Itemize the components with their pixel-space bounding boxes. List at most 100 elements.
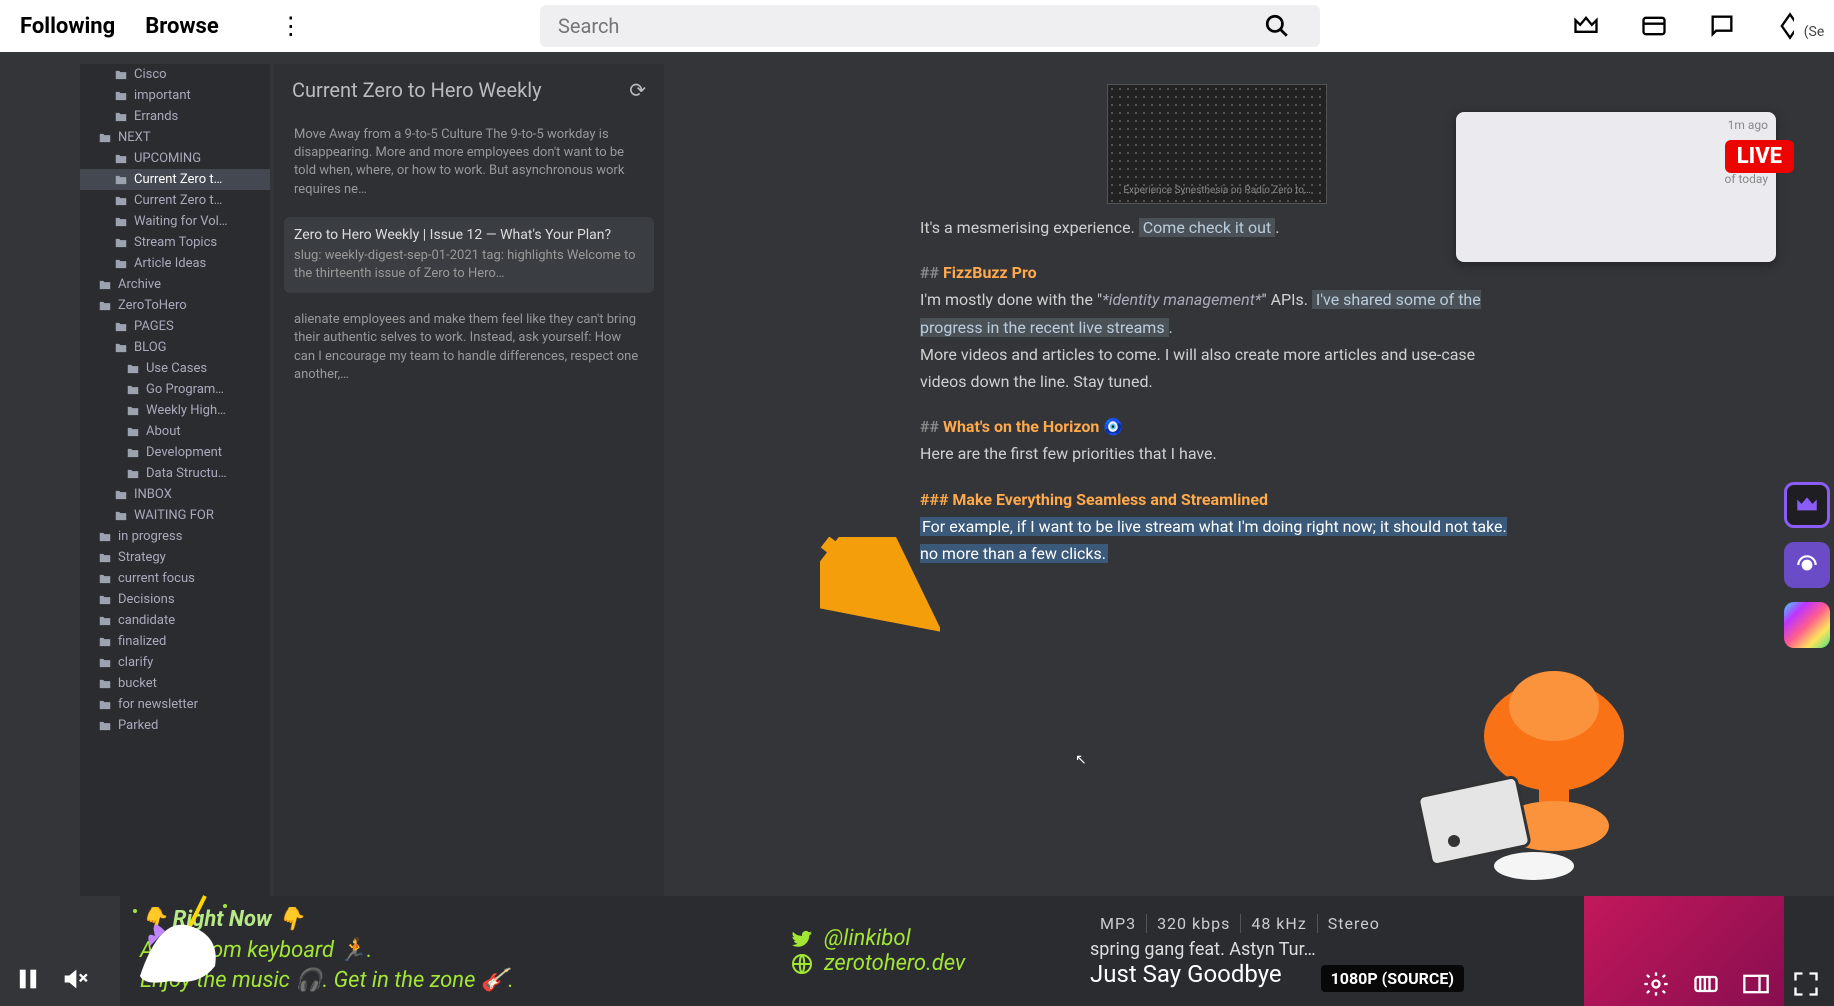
tree-item[interactable]: BLOG [80,337,270,358]
note-card-body: slug: weekly-digest-sep-01-2021 tag: hig… [294,247,644,283]
notes-tree-sidebar: Cisco important Errands NEXT UPCOMING Current… [80,64,270,896]
folder-icon [114,89,128,103]
tree-item[interactable]: Use Cases [80,358,270,379]
whispers-icon[interactable] [1708,12,1736,40]
tree-item-label: Errands [134,109,178,124]
tree-item[interactable]: Development [80,442,270,463]
folder-icon [126,362,140,376]
tree-item[interactable]: Decisions [80,589,270,610]
heading-3: ### Make Everything Seamless and Streaml… [920,486,1514,513]
tree-item[interactable]: NEXT [80,127,270,148]
tree-item[interactable]: for newsletter [80,694,270,715]
search-bar [540,5,1320,47]
tree-item-label: important [134,88,191,103]
tree-item[interactable]: ZeroToHero [80,295,270,316]
folder-icon [98,131,112,145]
tree-item[interactable]: clarify [80,652,270,673]
tree-item-label: Waiting for Vol… [134,214,228,229]
tree-item[interactable]: Go Program… [80,379,270,400]
heading-2: ## FizzBuzz Pro [920,259,1514,286]
collapsed-side-panel[interactable]: (Se [1794,12,1834,52]
folder-icon [114,152,128,166]
folder-icon [126,425,140,439]
tree-item[interactable]: in progress [80,526,270,547]
tree-item-label: Data Structu… [146,466,227,481]
folder-icon [126,383,140,397]
folder-icon [114,341,128,355]
tree-item[interactable]: finalized [80,631,270,652]
mute-button[interactable] [60,965,88,993]
tree-item[interactable]: Current Zero t… [80,169,270,190]
more-menu-button[interactable]: ⋮ [279,12,303,40]
tree-item-label: in progress [118,529,182,544]
tree-item[interactable]: bucket [80,673,270,694]
tree-item-label: PAGES [134,319,174,334]
folder-icon [114,509,128,523]
note-card[interactable]: Move Away from a 9-to-5 Culture The 9-to… [284,116,654,209]
pause-button[interactable] [14,965,42,993]
tree-item-label: bucket [118,676,157,691]
tree-item-label: UPCOMING [134,151,201,166]
extension-crown-icon[interactable] [1784,482,1830,528]
folder-icon [98,299,112,313]
note-list-panel: Current Zero to Hero Weekly⟳ Move Away f… [274,64,664,896]
tree-item[interactable]: UPCOMING [80,148,270,169]
live-badge: LIVE [1725,140,1794,173]
note-card[interactable]: Zero to Hero Weekly | Issue 12 — What's … [284,217,654,293]
tree-item-label: WAITING FOR [134,508,214,523]
tree-item[interactable]: About [80,421,270,442]
search-button[interactable] [1252,5,1302,47]
note-list-title: Current Zero to Hero Weekly⟳ [284,74,654,106]
folder-icon [98,698,112,712]
tree-item[interactable]: current focus [80,568,270,589]
tree-item[interactable]: Data Structu… [80,463,270,484]
tab-browse[interactable]: Browse [145,14,219,39]
tab-following[interactable]: Following [20,14,115,39]
sync-icon[interactable]: ⟳ [629,78,646,102]
folder-icon [114,173,128,187]
tree-item[interactable]: Parked [80,715,270,736]
prime-loot-icon[interactable] [1572,12,1600,40]
chat-preview-card[interactable]: 1m ago of today [1456,112,1776,262]
tree-item[interactable]: PAGES [80,316,270,337]
extension-pride-icon[interactable] [1784,602,1830,648]
tree-item[interactable]: Article Ideas [80,253,270,274]
tree-item-label: Current Zero t… [134,193,222,208]
tree-item-label: finalized [118,634,166,649]
extension-sound-alerts-icon[interactable] [1784,542,1830,588]
top-right-icons [1572,12,1804,40]
twitter-icon [790,927,814,951]
tree-item-label: Weekly High… [146,403,226,418]
tree-item[interactable]: Waiting for Vol… [80,211,270,232]
chat-time: 1m ago [1728,118,1768,132]
note-card-body: alienate employees and make them feel li… [294,311,644,384]
tree-item[interactable]: candidate [80,610,270,631]
tree-item[interactable]: WAITING FOR [80,505,270,526]
embedded-image: Experience Synesthesia on Radio Zero to… [1107,84,1327,204]
folder-icon [98,572,112,586]
tree-item[interactable]: Weekly High… [80,400,270,421]
tree-item[interactable]: INBOX [80,484,270,505]
tree-item[interactable]: Stream Topics [80,232,270,253]
tree-item-label: candidate [118,613,175,628]
folder-icon [98,719,112,733]
tree-item[interactable]: Current Zero t… [80,190,270,211]
note-card[interactable]: alienate employees and make them feel li… [284,301,654,394]
folder-icon [114,257,128,271]
tree-item[interactable]: Errands [80,106,270,127]
tree-item-label: About [146,424,181,439]
tree-item-label: Strategy [118,550,166,565]
tree-item[interactable]: Strategy [80,547,270,568]
extension-panel [1780,482,1834,648]
tree-item[interactable]: Cisco [80,64,270,85]
folder-icon [114,68,128,82]
tree-item-label: Go Program… [146,382,224,397]
tree-item[interactable]: important [80,85,270,106]
tree-item-label: Article Ideas [134,256,206,271]
inbox-icon[interactable] [1640,12,1668,40]
search-input[interactable] [558,14,1252,38]
folder-icon [114,320,128,334]
tree-item-label: Parked [118,718,158,733]
tree-item[interactable]: Archive [80,274,270,295]
editor-link[interactable]: Come check it out [1139,218,1275,237]
